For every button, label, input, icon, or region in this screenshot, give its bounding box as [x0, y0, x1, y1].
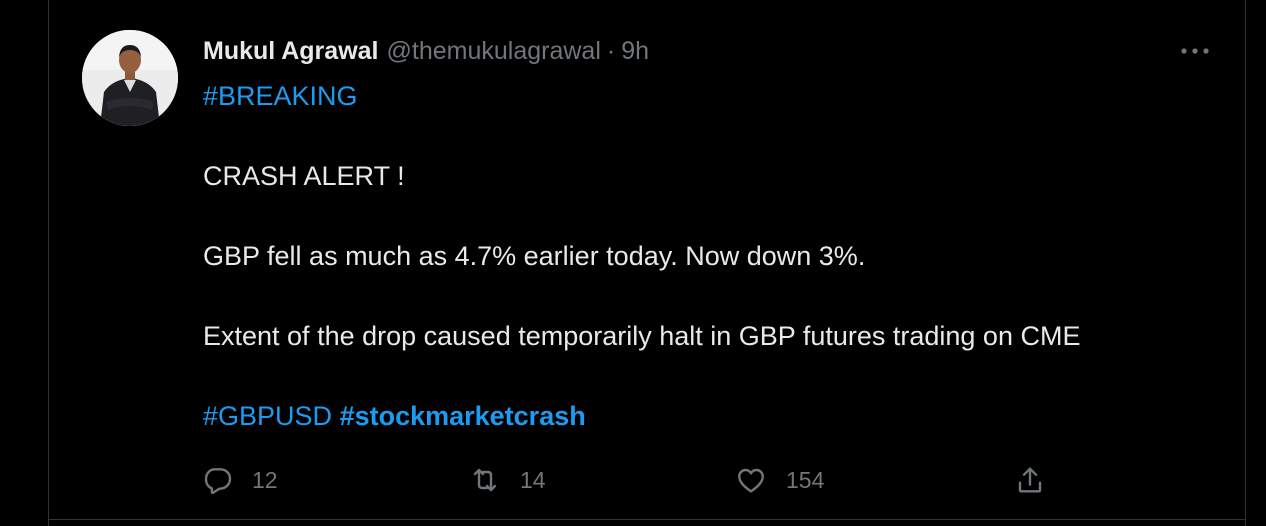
text-gbp-fell: GBP fell as much as 4.7% earlier today. …: [203, 241, 866, 271]
author-handle[interactable]: @themukulagrawal: [387, 37, 601, 66]
hashtag-breaking[interactable]: #BREAKING: [203, 81, 358, 111]
text-extent: Extent of the drop caused temporarily ha…: [203, 321, 1081, 351]
tweet-header: Mukul Agrawal @themukulagrawal · 9h: [203, 34, 649, 68]
text-crash-alert: CRASH ALERT !: [203, 161, 405, 191]
more-options-button[interactable]: [1170, 36, 1220, 66]
line-break: [203, 276, 1223, 316]
column-border-right: [1245, 0, 1246, 526]
tweet-text: #BREAKING CRASH ALERT ! GBP fell as much…: [203, 76, 1223, 436]
header-separator: ·: [606, 36, 616, 65]
share-button[interactable]: [1014, 458, 1046, 502]
more-options-icon: [1181, 48, 1209, 54]
author-name[interactable]: Mukul Agrawal: [203, 37, 379, 66]
line-break: [203, 356, 1223, 396]
heart-icon: [738, 468, 764, 493]
reply-button[interactable]: 12: [202, 458, 278, 502]
avatar-photo-icon: [82, 30, 178, 126]
line-break: [203, 196, 1223, 236]
tweet-divider: [49, 519, 1245, 520]
tweet-actions: 12 14 154: [196, 458, 1056, 502]
author-avatar[interactable]: [82, 30, 178, 126]
share-icon: [1018, 467, 1042, 493]
tweet-timestamp[interactable]: 9h: [621, 37, 649, 66]
column-border-left: [48, 0, 49, 526]
reply-icon: [204, 468, 232, 495]
reply-count: 12: [252, 466, 278, 493]
like-count: 154: [786, 466, 825, 493]
retweet-icon: [473, 468, 497, 492]
hashtag-gbpusd[interactable]: #GBPUSD: [203, 401, 332, 431]
tweet-page: Mukul Agrawal @themukulagrawal · 9h #BRE…: [0, 0, 1266, 526]
retweet-button[interactable]: 14: [468, 458, 546, 502]
hashtag-stockmarketcrash[interactable]: #stockmarketcrash: [340, 401, 586, 431]
like-button[interactable]: 154: [734, 458, 824, 502]
retweet-count: 14: [520, 466, 546, 493]
line-break: [203, 116, 1223, 156]
